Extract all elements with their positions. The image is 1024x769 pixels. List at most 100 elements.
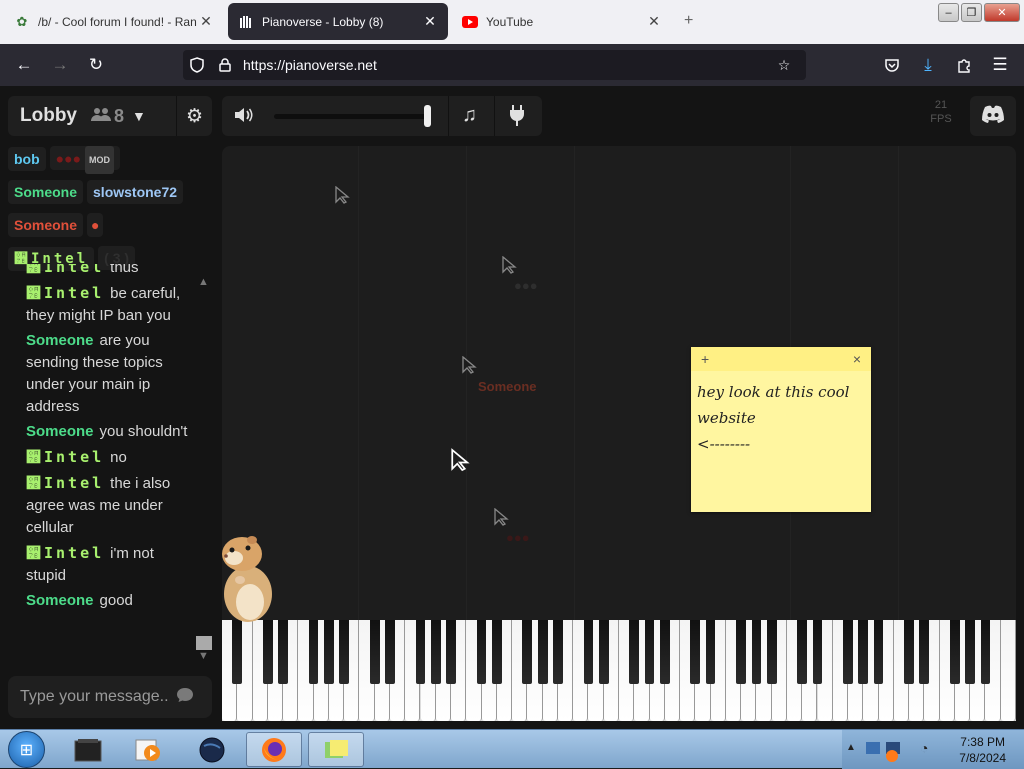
user-pill-bob[interactable]: bob bbox=[8, 146, 46, 171]
piano-black-key[interactable] bbox=[965, 620, 976, 684]
taskbar-app-terminal-icon[interactable] bbox=[60, 732, 116, 767]
piano-black-key[interactable] bbox=[232, 620, 243, 684]
piano-black-key[interactable] bbox=[904, 620, 914, 684]
user-pill-hidden[interactable]: ●●● MOD bbox=[49, 146, 121, 174]
user-pill-avatar-only[interactable]: ● bbox=[87, 212, 104, 237]
piano-black-key[interactable] bbox=[537, 620, 548, 684]
tab-close-icon[interactable]: ✕ bbox=[422, 13, 438, 30]
chat-author[interactable]: Someone bbox=[26, 423, 94, 440]
user-pill-slowstone72[interactable]: slowstone72 bbox=[87, 179, 184, 204]
chat-author[interactable]: ੻Intel bbox=[26, 284, 104, 302]
chat-scrollbar[interactable]: ▲ ▼ bbox=[196, 276, 212, 666]
close-window-icon[interactable]: ✕ bbox=[984, 3, 1020, 22]
piano-black-key[interactable] bbox=[629, 620, 640, 684]
piano-black-key[interactable] bbox=[766, 620, 777, 684]
piano-black-key[interactable] bbox=[369, 620, 380, 684]
piano-black-key[interactable] bbox=[522, 620, 533, 684]
piano-black-key[interactable] bbox=[598, 620, 609, 684]
new-tab-icon[interactable]: + bbox=[684, 12, 693, 30]
tray-expand-icon[interactable]: ▲ bbox=[846, 742, 856, 753]
piano-black-key[interactable] bbox=[430, 620, 441, 684]
piano-black-key[interactable] bbox=[690, 620, 701, 684]
sticky-note[interactable]: + × hey look at this cool website <-----… bbox=[691, 347, 871, 512]
start-button-icon[interactable]: ⊞ bbox=[8, 731, 45, 768]
piano-room-canvas[interactable]: ●●● Someone ●●● slowstone72 bbox=[222, 146, 1016, 620]
piano-black-key[interactable] bbox=[644, 620, 655, 684]
chat-author[interactable]: ੻Intel bbox=[26, 264, 104, 276]
chat-author[interactable]: Someone bbox=[26, 332, 94, 349]
restore-icon[interactable]: ❐ bbox=[961, 3, 982, 22]
piano-black-key[interactable] bbox=[858, 620, 869, 684]
piano-black-key[interactable] bbox=[262, 620, 273, 684]
chat-author[interactable]: ੻Intel bbox=[26, 474, 104, 492]
user-pill-someone-red[interactable]: Someone bbox=[8, 212, 84, 237]
forward-arrow-icon[interactable]: → bbox=[42, 49, 78, 81]
piano-black-key[interactable] bbox=[843, 620, 853, 684]
minimize-icon[interactable]: – bbox=[938, 3, 959, 22]
piano-black-key[interactable] bbox=[339, 620, 350, 684]
lock-icon[interactable] bbox=[211, 58, 239, 72]
discord-button[interactable] bbox=[970, 96, 1016, 136]
menu-hamburger-icon[interactable]: ☰ bbox=[982, 49, 1018, 81]
piano-black-key[interactable] bbox=[308, 620, 319, 684]
taskbar-app-globe-icon[interactable] bbox=[184, 732, 240, 767]
piano-black-key[interactable] bbox=[476, 620, 487, 684]
piano-black-key[interactable] bbox=[751, 620, 762, 684]
piano-black-key[interactable] bbox=[950, 620, 960, 684]
taskbar-app-sticky-notes-icon[interactable] bbox=[308, 732, 364, 767]
piano-black-key[interactable] bbox=[583, 620, 594, 684]
reload-icon[interactable]: ↻ bbox=[78, 49, 114, 81]
piano-keyboard[interactable] bbox=[222, 620, 1016, 721]
url-bar[interactable]: https://pianoverse.net ☆ bbox=[183, 50, 806, 80]
extensions-puzzle-icon[interactable] bbox=[946, 49, 982, 81]
piano-black-key[interactable] bbox=[659, 620, 670, 684]
music-note-icon[interactable]: ♫ bbox=[462, 104, 477, 127]
bookmark-star-icon[interactable]: ☆ bbox=[770, 57, 798, 74]
tab-pianoverse[interactable]: Pianoverse - Lobby (8) ✕ bbox=[228, 3, 448, 40]
piano-black-key[interactable] bbox=[705, 620, 716, 684]
piano-black-key[interactable] bbox=[919, 620, 930, 684]
download-icon[interactable]: ⤓ bbox=[910, 49, 946, 81]
piano-black-key[interactable] bbox=[980, 620, 991, 684]
taskbar-clock[interactable]: 7:38 PM 7/8/2024 bbox=[959, 734, 1006, 766]
tab-close-icon[interactable]: ✕ bbox=[646, 13, 662, 30]
sticky-add-icon[interactable]: + bbox=[701, 351, 709, 367]
settings-gear-icon[interactable]: ⚙ bbox=[176, 96, 212, 136]
network-icon[interactable]: ◔ bbox=[920, 740, 928, 756]
piano-black-key[interactable] bbox=[873, 620, 884, 684]
piano-black-key[interactable] bbox=[553, 620, 563, 684]
piano-black-key[interactable] bbox=[491, 620, 502, 684]
back-arrow-icon[interactable]: ← bbox=[6, 49, 42, 81]
volume-slider-thumb[interactable] bbox=[424, 105, 431, 127]
sticky-close-icon[interactable]: × bbox=[853, 351, 861, 367]
tab-youtube[interactable]: YouTube ✕ bbox=[452, 3, 672, 40]
scroll-down-icon[interactable]: ▼ bbox=[198, 650, 209, 662]
chat-input[interactable] bbox=[20, 688, 170, 706]
piano-white-key[interactable] bbox=[1000, 620, 1016, 721]
piano-black-key[interactable] bbox=[797, 620, 808, 684]
volume-icon[interactable] bbox=[234, 106, 254, 129]
taskbar-app-firefox-icon[interactable] bbox=[246, 732, 302, 767]
sticky-note-text[interactable]: hey look at this cool website <-------- bbox=[691, 371, 871, 465]
user-pill-someone[interactable]: Someone bbox=[8, 179, 84, 204]
chat-author[interactable]: Someone bbox=[26, 592, 94, 609]
scrollbar-thumb[interactable] bbox=[196, 636, 212, 650]
lobby-dropdown-caret-icon[interactable]: ▼ bbox=[132, 108, 146, 124]
piano-black-key[interactable] bbox=[812, 620, 823, 684]
volume-slider-track[interactable] bbox=[274, 114, 430, 119]
shield-icon[interactable] bbox=[183, 57, 211, 73]
tab-forum[interactable]: ✿ /b/ - Cool forum I found! - Ran ✕ bbox=[4, 3, 224, 40]
chat-author[interactable]: ੻Intel bbox=[26, 544, 104, 562]
tray-apps-icon[interactable] bbox=[864, 738, 920, 767]
scroll-up-icon[interactable]: ▲ bbox=[198, 276, 209, 288]
piano-black-key[interactable] bbox=[323, 620, 334, 684]
piano-black-key[interactable] bbox=[385, 620, 395, 684]
pocket-icon[interactable] bbox=[874, 49, 910, 81]
piano-black-key[interactable] bbox=[736, 620, 747, 684]
tab-close-icon[interactable]: ✕ bbox=[198, 13, 214, 30]
piano-black-key[interactable] bbox=[446, 620, 456, 684]
taskbar-app-media-player-icon[interactable] bbox=[120, 732, 176, 767]
chat-bubble-icon[interactable] bbox=[176, 687, 194, 708]
piano-black-key[interactable] bbox=[415, 620, 426, 684]
piano-black-key[interactable] bbox=[278, 620, 288, 684]
